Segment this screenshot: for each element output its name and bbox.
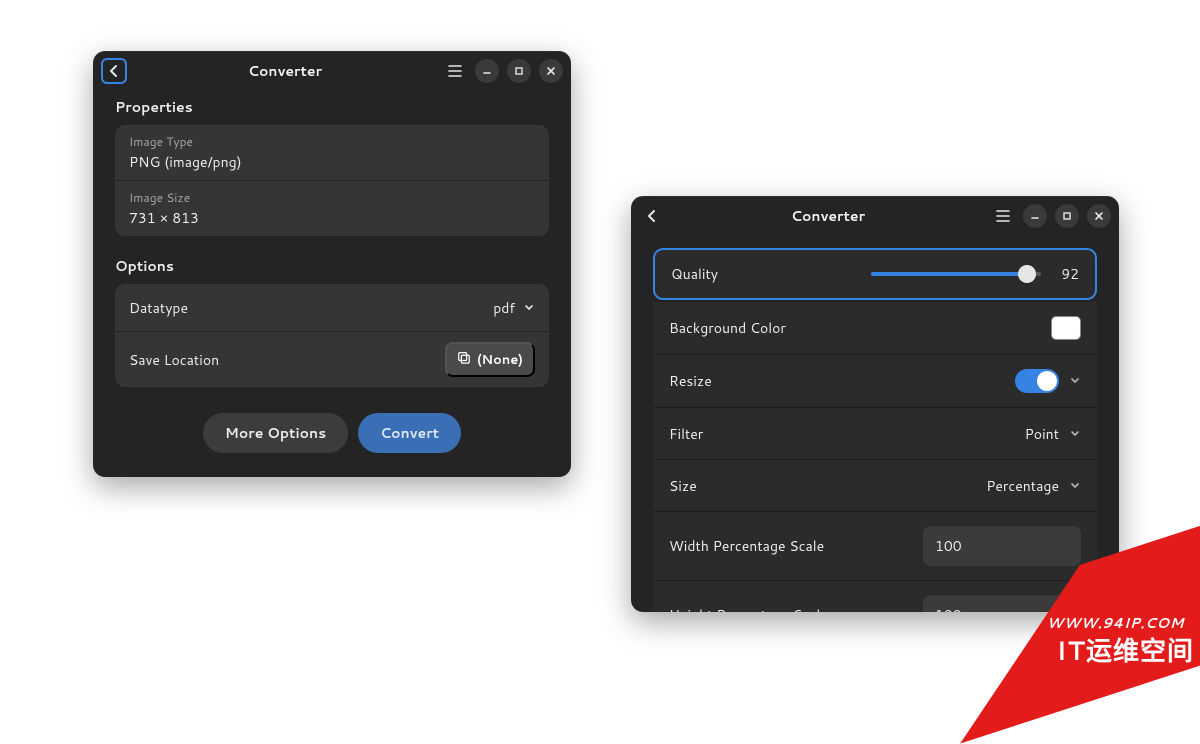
titlebar: Converter <box>631 196 1119 236</box>
image-type-label: Image Type <box>129 133 535 150</box>
resize-label: Resize <box>669 371 712 391</box>
watermark-brand: IT运维空间 <box>1056 631 1194 669</box>
background-color-swatch[interactable] <box>1051 316 1081 340</box>
quality-slider[interactable] <box>871 272 1041 276</box>
window-controls <box>991 204 1111 228</box>
converter-main-window: Converter Properties Image Type PNG (ima… <box>93 51 571 477</box>
folder-icon <box>457 350 471 369</box>
close-button[interactable] <box>1087 204 1111 228</box>
chevron-down-icon <box>1069 480 1081 492</box>
datatype-value: pdf <box>493 298 515 318</box>
menu-button[interactable] <box>991 204 1015 228</box>
filter-row[interactable]: Filter Point <box>653 408 1097 460</box>
save-location-value: (None) <box>477 351 523 369</box>
window-controls <box>443 59 563 83</box>
properties-group: Image Type PNG (image/png) Image Size 73… <box>115 125 549 236</box>
size-row[interactable]: Size Percentage <box>653 460 1097 512</box>
window-title: Converter <box>135 61 435 81</box>
action-buttons: More Options Convert <box>93 401 571 477</box>
minimize-button[interactable] <box>475 59 499 83</box>
background-color-row: Background Color <box>653 302 1097 355</box>
save-location-row: Save Location (None) <box>115 332 549 387</box>
resize-row: Resize <box>653 355 1097 408</box>
image-size-value: 731 × 813 <box>129 208 535 228</box>
options-group: Datatype pdf Save Location (None) <box>115 284 549 387</box>
close-button[interactable] <box>539 59 563 83</box>
width-percentage-input[interactable] <box>923 526 1081 566</box>
maximize-button[interactable] <box>507 59 531 83</box>
save-location-label: Save Location <box>129 350 219 370</box>
more-options-button[interactable]: More Options <box>203 413 348 453</box>
width-percentage-label: Width Percentage Scale <box>669 536 824 556</box>
back-button[interactable] <box>101 58 127 84</box>
save-location-button[interactable]: (None) <box>445 342 535 377</box>
image-size-row: Image Size 731 × 813 <box>115 181 549 236</box>
properties-heading: Properties <box>93 91 571 125</box>
image-size-label: Image Size <box>129 189 535 206</box>
datatype-row[interactable]: Datatype pdf <box>115 284 549 332</box>
filter-value: Point <box>1025 424 1059 444</box>
quality-label: Quality <box>671 264 718 284</box>
window-title: Converter <box>673 206 983 226</box>
chevron-down-icon <box>523 302 535 314</box>
titlebar: Converter <box>93 51 571 91</box>
filter-label: Filter <box>669 424 703 444</box>
background-color-label: Background Color <box>669 318 786 338</box>
minimize-button[interactable] <box>1023 204 1047 228</box>
options-heading: Options <box>93 250 571 284</box>
maximize-button[interactable] <box>1055 204 1079 228</box>
chevron-down-icon <box>1069 428 1081 440</box>
size-value: Percentage <box>986 476 1059 496</box>
image-type-value: PNG (image/png) <box>129 152 535 172</box>
datatype-label: Datatype <box>129 298 188 318</box>
size-dropdown[interactable]: Percentage <box>986 476 1081 496</box>
watermark-url: WWW.94IP.COM <box>1047 613 1184 633</box>
image-type-row: Image Type PNG (image/png) <box>115 125 549 181</box>
size-label: Size <box>669 476 697 496</box>
datatype-dropdown[interactable]: pdf <box>493 298 535 318</box>
width-percentage-row: Width Percentage Scale <box>653 512 1097 581</box>
converter-options-window: Converter Quality 92 <box>631 196 1119 612</box>
quality-row: Quality 92 <box>653 248 1097 300</box>
resize-toggle[interactable] <box>1015 369 1059 393</box>
menu-button[interactable] <box>443 59 467 83</box>
chevron-down-icon[interactable] <box>1069 375 1081 387</box>
height-percentage-label: Height Percentage Scale <box>669 605 828 612</box>
back-button[interactable] <box>639 203 665 229</box>
convert-button[interactable]: Convert <box>358 413 461 453</box>
quality-value: 92 <box>1055 264 1079 284</box>
options-list: Quality 92 Background Color Resize Filt <box>653 248 1097 612</box>
filter-dropdown[interactable]: Point <box>1025 424 1081 444</box>
